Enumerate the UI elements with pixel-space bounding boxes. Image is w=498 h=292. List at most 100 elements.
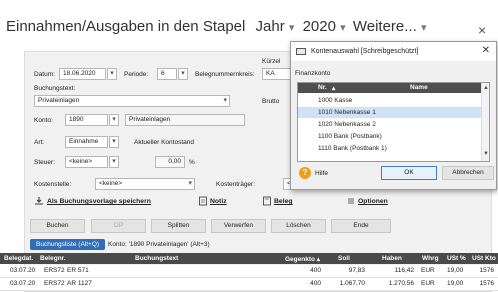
tab-buchungsliste[interactable]: Buchungsliste (Alt+Q) <box>30 239 106 250</box>
datum-input[interactable]: 18.06.2020 <box>59 68 106 80</box>
periode-input[interactable]: 6 <box>157 68 177 80</box>
splitten-button[interactable]: Splitten <box>151 219 206 233</box>
ok-button[interactable]: OK <box>381 166 437 180</box>
dialog-title-bar: Kontenauswahl [Schreibgeschützt] <box>291 42 496 61</box>
hilfe-label[interactable]: Hilfe <box>315 170 328 177</box>
kostentraeger-label: Kostenträger: <box>216 181 256 188</box>
periode-label: Periode: <box>124 71 149 78</box>
scroll-down-icon[interactable]: ▼ <box>483 151 489 157</box>
cell-gegenkto: 400 <box>310 267 321 274</box>
kontostand-label: Aktueller Kontostand <box>134 139 194 146</box>
list-item[interactable]: 1020 Nebenkasse 2 <box>298 119 481 130</box>
op-button[interactable]: OP <box>91 219 146 233</box>
sort-asc-icon: ▴ <box>316 256 321 263</box>
kuerzel-label: Kürzel <box>262 58 281 65</box>
window-title: Einnahmen/Ausgaben in den Stapel <box>6 18 246 35</box>
weitere-menu[interactable]: Weitere... <box>353 18 417 35</box>
cell-whrg: EUR <box>421 280 435 287</box>
notiz-link[interactable]: Notiz <box>210 198 227 205</box>
buchungstext-dropdown-icon[interactable]: ▾ <box>223 96 227 106</box>
kontenauswahl-dialog: Kontenauswahl [Schreibgeschützt] ✕ Finan… <box>290 41 497 190</box>
cell-ust-pct: 19,00 <box>447 280 464 287</box>
konto-list[interactable]: Nr. ▴ Name 1000 Kasse 1010 Nebenkasse 1 … <box>297 82 490 162</box>
optionen-icon[interactable] <box>346 196 356 206</box>
sort-asc-icon: ▴ <box>332 85 336 92</box>
cell-gegenkto: 400 <box>310 280 321 287</box>
col-gegenkto-label: Gegenkto <box>285 256 315 263</box>
weitere-dropdown-icon[interactable]: ▾ <box>421 22 427 34</box>
cell-belegdat: 03.07.20 <box>10 267 36 274</box>
cell-buchungstext: ER 571 <box>67 267 89 274</box>
cell-haben: 1.270,56 <box>388 280 414 287</box>
scroll-up-icon[interactable]: ▲ <box>483 85 489 91</box>
dialog-subtitle: Finanzkonto <box>295 70 331 77</box>
dialog-window-icon <box>296 48 306 55</box>
col-ust-kto[interactable]: USt Kto <box>472 255 496 262</box>
col-buchungstext[interactable]: Buchungstext <box>135 255 178 262</box>
art-select[interactable]: Einnahme <box>65 136 108 148</box>
konto-input[interactable]: 1890 <box>65 114 108 126</box>
jahr-value[interactable]: 2020 <box>303 18 336 35</box>
verwerfen-button[interactable]: Verwerfen <box>211 219 266 233</box>
list-scrollbar[interactable]: ▲ ▼ <box>481 83 489 161</box>
ende-button[interactable]: Ende <box>331 219 391 233</box>
buchen-button[interactable]: Buchen <box>30 219 85 233</box>
col-whrg[interactable]: Whrg <box>422 255 439 262</box>
konto-name-field: Privateinlagen <box>125 114 245 126</box>
art-dropdown-icon[interactable]: ▾ <box>109 136 119 148</box>
table-row[interactable]: 03.07.20 ERS72 ER 571 400 97,83 116,42 E… <box>0 265 498 278</box>
steuer-dropdown-icon[interactable]: ▾ <box>109 156 119 168</box>
optionen-link[interactable]: Optionen <box>358 198 388 205</box>
periode-dropdown-icon[interactable]: ▾ <box>178 68 188 80</box>
dialog-title: Kontenauswahl [Schreibgeschützt] <box>311 48 419 55</box>
cell-haben: 116,42 <box>394 267 414 274</box>
jahr-dropdown-icon[interactable]: ▾ <box>289 22 295 34</box>
list-item[interactable]: 1000 Kasse <box>298 95 481 106</box>
art-label: Art: <box>34 139 45 146</box>
col-ust-pct[interactable]: USt % <box>447 255 466 262</box>
cell-ust-kto: 1576 <box>479 280 494 287</box>
kostenstelle-value: <keine> <box>99 180 123 187</box>
col-gegenkto[interactable]: Gegenkto ▴ <box>285 255 320 263</box>
table-row[interactable]: 03.07.20 ERS72 AR 1127 400 1.067,70 1.27… <box>0 278 498 291</box>
buchungstext-label: Buchungstext: <box>34 85 76 92</box>
help-icon[interactable]: ? <box>299 167 311 179</box>
buchungstext-input[interactable]: Privateinlagen ▾ <box>34 95 230 107</box>
window-title-bar: Einnahmen/Ausgaben in den Stapel Jahr ▾ … <box>6 18 426 35</box>
save-template-link[interactable]: Als Buchungsvorlage speichern <box>47 198 151 205</box>
beleg-link[interactable]: Beleg <box>274 198 293 205</box>
dialog-close-icon[interactable]: ✕ <box>482 45 490 56</box>
loeschen-button[interactable]: Löschen <box>271 219 326 233</box>
col-belegnr[interactable]: Belegnr. <box>40 255 66 262</box>
jahr-label[interactable]: Jahr <box>256 18 285 35</box>
list-item[interactable]: 1110 Bank (Postbank 1) <box>298 143 481 154</box>
tab-konto[interactable]: Konto: '1890 Privateinlagen' (Alt+3) <box>108 241 210 248</box>
jahr-value-dropdown-icon[interactable]: ▾ <box>340 22 346 34</box>
cell-whrg: EUR <box>421 267 435 274</box>
notiz-icon[interactable] <box>198 196 208 206</box>
cell-belegnr: ERS72 <box>44 280 65 287</box>
list-item[interactable]: 1010 Nebenkasse 1 <box>298 107 481 118</box>
cell-buchungstext: AR 1127 <box>67 280 92 287</box>
kostenstelle-label: Kostenstelle: <box>34 181 72 188</box>
steuer-amount-field: 0,00 <box>155 156 185 168</box>
cell-belegdat: 03.07.20 <box>10 280 36 287</box>
col-soll[interactable]: Soll <box>338 255 350 262</box>
col-haben[interactable]: Haben <box>382 255 402 262</box>
save-template-icon[interactable] <box>34 196 44 206</box>
konto-label: Konto: <box>34 117 53 124</box>
col-nr[interactable]: Nr. <box>318 84 327 91</box>
close-window-icon[interactable]: × <box>478 22 486 38</box>
col-name[interactable]: Name <box>410 84 428 91</box>
konto-list-header: Nr. ▴ Name <box>298 83 481 93</box>
abbrechen-button[interactable]: Abbrechen <box>442 166 494 180</box>
col-belegdat[interactable]: Belegdat. <box>4 255 33 262</box>
beleg-icon[interactable] <box>262 196 272 206</box>
belegnummernkreis-label: Belegnummernkreis: <box>195 71 255 78</box>
kostenstelle-select[interactable]: <keine> ▾ <box>95 178 195 190</box>
kostenstelle-dropdown-icon[interactable]: ▾ <box>188 179 192 189</box>
konto-dropdown-icon[interactable]: ▾ <box>109 114 119 126</box>
datum-dropdown-icon[interactable]: ▾ <box>107 68 117 80</box>
list-item[interactable]: 1100 Bank (Postbank) <box>298 131 481 142</box>
steuer-select[interactable]: <keine> <box>65 156 108 168</box>
